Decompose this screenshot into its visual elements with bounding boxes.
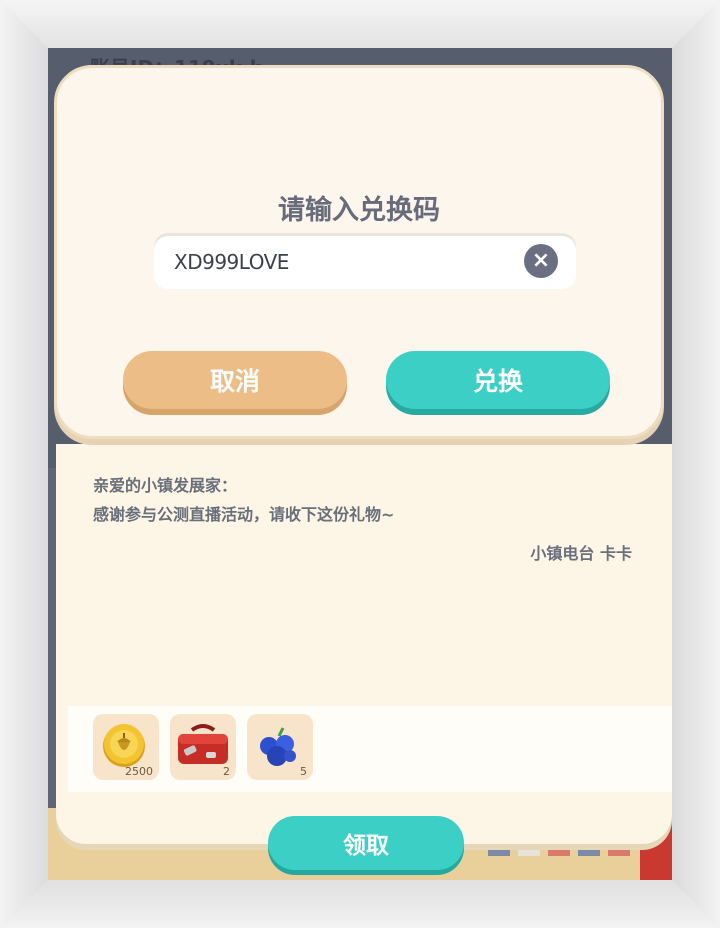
mail-letter-card: 亲爱的小镇发展家： 感谢参与公测直播活动，请收下这份礼物~ 小镇电台 卡卡 25…: [56, 444, 672, 844]
floor-stripe: [548, 848, 570, 856]
frame-bevel-right: [672, 0, 720, 928]
frame-bevel-top: [0, 0, 720, 48]
reward-item[interactable]: 2: [170, 714, 236, 780]
redeem-code-input[interactable]: [172, 233, 516, 291]
frame-bevel-bottom: [0, 880, 720, 928]
redeem-button[interactable]: 兑换: [386, 351, 610, 409]
floor-stripe: [578, 848, 600, 856]
letter-signature: 小镇电台 卡卡: [530, 544, 632, 563]
redeem-code-dialog: 请输入兑换码 × 取消 兑换: [54, 65, 664, 439]
dialog-title: 请输入兑换码: [278, 195, 440, 226]
reward-count: 2500: [125, 765, 153, 778]
redeem-code-field[interactable]: ×: [154, 233, 576, 291]
clear-icon[interactable]: ×: [524, 244, 558, 278]
letter-greeting: 亲爱的小镇发展家：: [93, 476, 238, 495]
frame-bevel-left: [0, 0, 48, 928]
game-screen: 账号ID：119xk.h 亲爱的小镇发展家： 感谢参与公测直播活动，请收下这份礼…: [48, 48, 672, 880]
reward-item[interactable]: 5: [247, 714, 313, 780]
floor-stripe: [608, 848, 630, 856]
claim-button[interactable]: 领取: [268, 816, 464, 870]
reward-count: 2: [223, 765, 230, 778]
letter-body: 感谢参与公测直播活动，请收下这份礼物~: [93, 505, 395, 524]
reward-count: 5: [300, 765, 307, 778]
floor-stripe: [518, 848, 540, 856]
floor-stripe: [488, 848, 510, 856]
cancel-button[interactable]: 取消: [123, 351, 347, 409]
reward-item[interactable]: 2500: [93, 714, 159, 780]
